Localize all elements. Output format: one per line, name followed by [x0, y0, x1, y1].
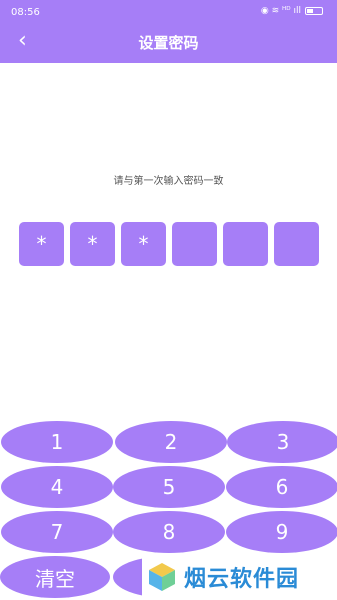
page-title: 设置密码 — [138, 34, 199, 52]
status-time: 08:56 — [11, 7, 40, 18]
pin-box — [172, 222, 217, 266]
key-9[interactable]: 9 — [226, 511, 337, 553]
key-8[interactable]: 8 — [113, 511, 225, 553]
key-3[interactable]: 3 — [227, 421, 337, 463]
cube-logo-icon — [149, 562, 175, 591]
watermark-text: 烟云软件园 — [184, 566, 300, 592]
key-1[interactable]: 1 — [1, 421, 113, 463]
status-icons: ◉ ≋ ᴴᴰ ıll — [261, 6, 323, 16]
battery-icon — [305, 7, 323, 15]
pin-input[interactable]: * * * — [19, 222, 319, 266]
clear-button[interactable]: 清空 — [0, 556, 110, 598]
key-4[interactable]: 4 — [1, 466, 113, 508]
hint-text: 请与第一次输入密码一致 — [113, 176, 224, 187]
pin-box — [223, 222, 268, 266]
pin-box — [274, 222, 319, 266]
key-7[interactable]: 7 — [1, 511, 113, 553]
pin-box: * — [19, 222, 64, 266]
pin-box: * — [70, 222, 115, 266]
watermark: 烟云软件园 — [142, 553, 337, 600]
key-6[interactable]: 6 — [226, 466, 337, 508]
signal-wifi-icons: ◉ ≋ ᴴᴰ ıll — [260, 6, 301, 16]
key-5[interactable]: 5 — [113, 466, 225, 508]
app-header: 08:56 ◉ ≋ ᴴᴰ ıll ‹ 设置密码 — [0, 0, 337, 63]
pin-box: * — [121, 222, 166, 266]
key-2[interactable]: 2 — [115, 421, 227, 463]
